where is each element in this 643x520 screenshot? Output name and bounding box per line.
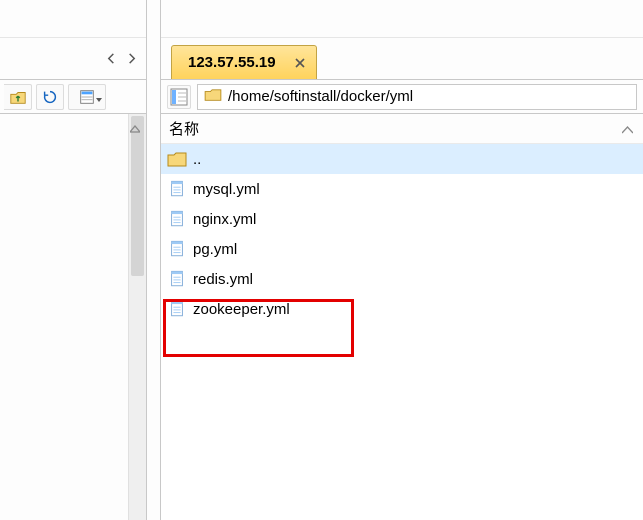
remote-panel: 123.57.55.19 xyxy=(160,0,643,520)
folder-row[interactable]: .. xyxy=(161,144,643,174)
file-row[interactable]: mysql.yml xyxy=(161,174,643,204)
file-icon xyxy=(167,239,187,259)
remote-path-text: /home/softinstall/docker/yml xyxy=(228,88,413,105)
scrollbar-thumb[interactable] xyxy=(131,116,144,276)
folder-up-button[interactable] xyxy=(4,84,32,110)
file-row[interactable]: nginx.yml xyxy=(161,204,643,234)
scroll-up-icon[interactable] xyxy=(130,120,140,136)
close-tab-button[interactable] xyxy=(294,57,306,69)
nav-back-icon[interactable] xyxy=(104,52,118,66)
file-icon xyxy=(167,299,187,319)
local-toolbar xyxy=(0,80,146,114)
left-top-spacer xyxy=(0,0,146,38)
file-name-label: zookeeper.yml xyxy=(193,301,290,318)
file-list-header[interactable]: 名称 xyxy=(161,114,643,144)
right-top-spacer xyxy=(161,0,643,38)
layout-columns-button[interactable] xyxy=(167,85,191,109)
remote-pathbar: /home/softinstall/docker/yml xyxy=(161,80,643,114)
view-mode-button[interactable] xyxy=(68,84,106,110)
sort-indicator-icon xyxy=(622,121,633,137)
file-name-label: mysql.yml xyxy=(193,181,260,198)
panel-splitter[interactable] xyxy=(147,0,160,520)
local-scrollbar[interactable] xyxy=(129,114,146,520)
file-icon xyxy=(167,179,187,199)
local-file-list[interactable] xyxy=(0,114,129,520)
left-nav-bar xyxy=(0,38,146,80)
file-icon xyxy=(167,209,187,229)
remote-file-list[interactable]: .. mysql.yml nginx.yml pg.yml redis.yml zooke… xyxy=(161,144,643,520)
file-name-label: redis.yml xyxy=(193,271,253,288)
file-name-label: .. xyxy=(193,151,201,168)
nav-forward-icon[interactable] xyxy=(124,52,138,66)
file-name-label: pg.yml xyxy=(193,241,237,258)
column-name-header[interactable]: 名称 xyxy=(169,118,199,139)
session-tabbar: 123.57.55.19 xyxy=(161,38,643,80)
chevron-down-icon xyxy=(96,89,102,105)
file-row[interactable]: zookeeper.yml xyxy=(161,294,643,324)
file-name-label: nginx.yml xyxy=(193,211,256,228)
refresh-button[interactable] xyxy=(36,84,64,110)
file-row[interactable]: pg.yml xyxy=(161,234,643,264)
folder-icon xyxy=(204,88,222,105)
local-panel xyxy=(0,0,147,520)
file-icon xyxy=(167,269,187,289)
folder-icon xyxy=(167,149,187,169)
session-tab[interactable]: 123.57.55.19 xyxy=(171,45,317,79)
file-row[interactable]: redis.yml xyxy=(161,264,643,294)
remote-path-input[interactable]: /home/softinstall/docker/yml xyxy=(197,84,637,110)
session-tab-label: 123.57.55.19 xyxy=(188,54,276,71)
